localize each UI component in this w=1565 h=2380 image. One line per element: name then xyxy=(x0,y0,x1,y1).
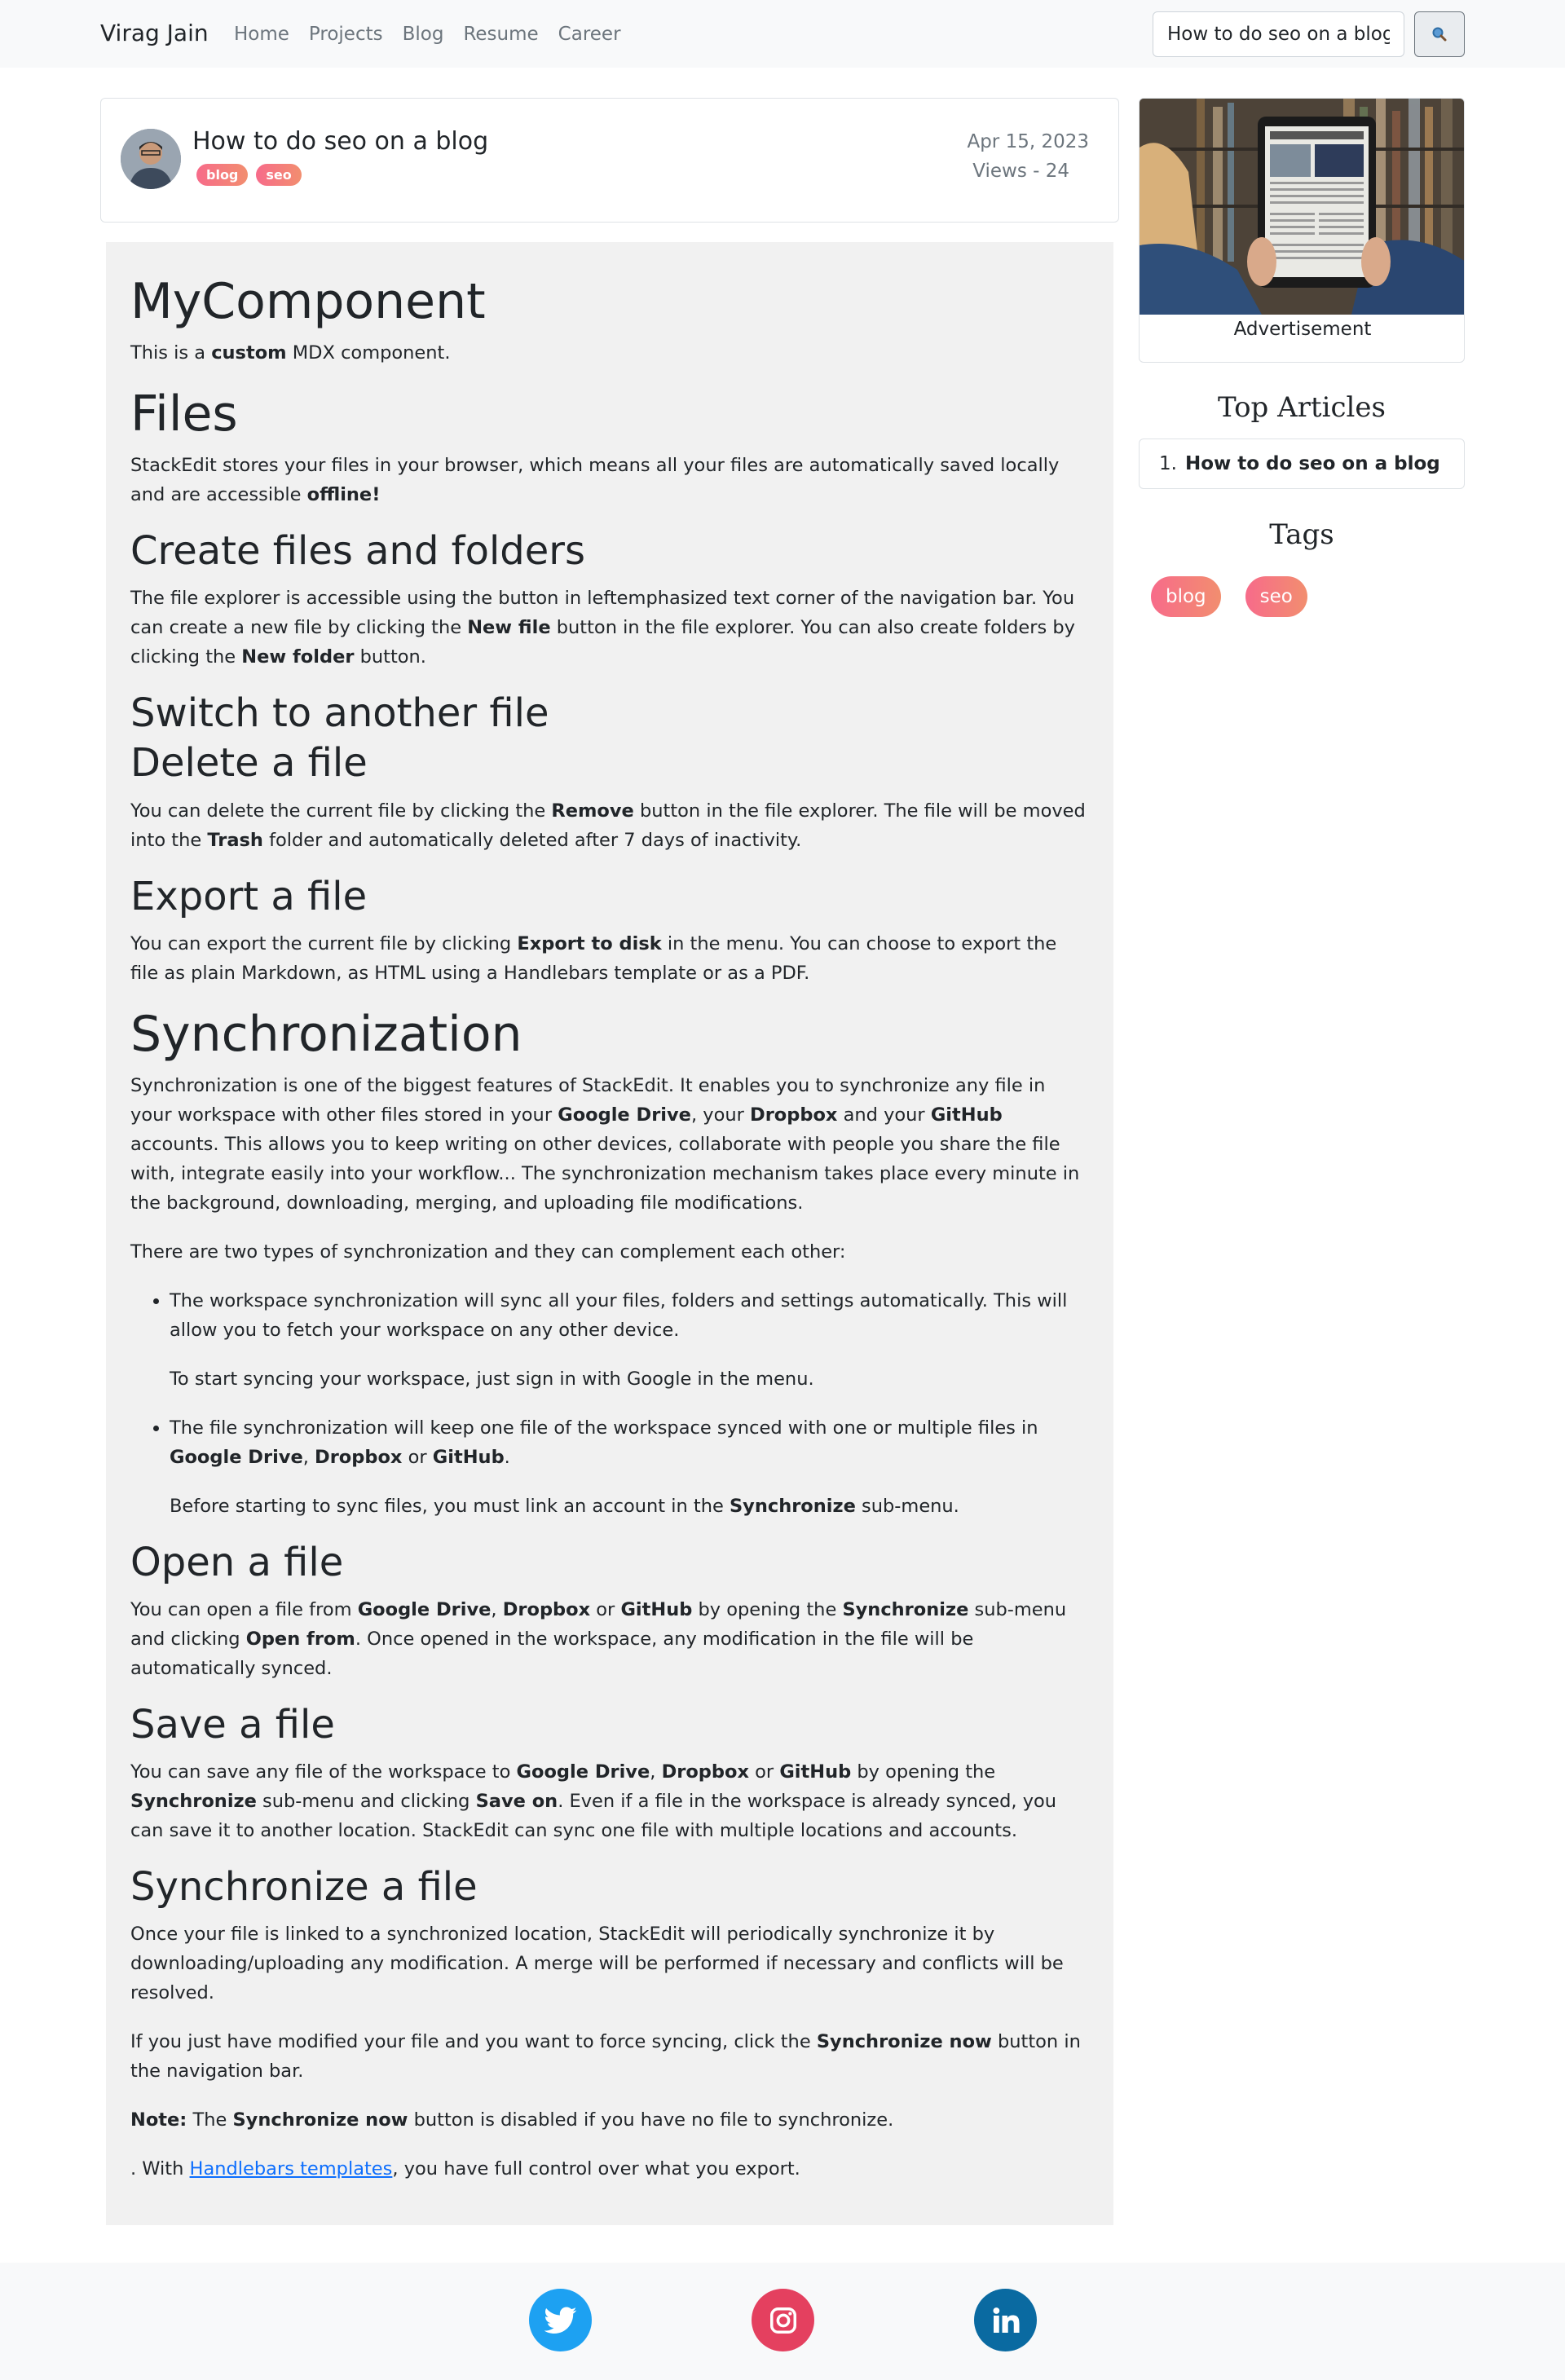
twitter-link[interactable] xyxy=(529,2289,592,2351)
badge-blog[interactable]: blog xyxy=(196,164,249,186)
nav-link-projects[interactable]: Projects xyxy=(309,24,383,45)
advertisement-label: Advertisement xyxy=(1233,319,1372,340)
paragraph-synchronize-file-2: If you just have modified your file and … xyxy=(130,2031,1081,2082)
heading-files: Files xyxy=(130,386,238,443)
search-input[interactable] xyxy=(1153,11,1404,57)
list-item: The workspace synchronization will sync … xyxy=(170,1286,1089,1394)
navbar: Virag Jain Home Projects Blog Resume Car… xyxy=(0,0,1565,68)
post-header-card: How to do seo on a blog blog seo Apr 15,… xyxy=(100,98,1119,223)
brand-link[interactable]: Virag Jain xyxy=(100,20,209,46)
badge-seo[interactable]: seo xyxy=(256,164,302,186)
top-articles-title: Top Articles xyxy=(1218,391,1386,424)
post-title: How to do seo on a blog xyxy=(192,127,489,156)
top-articles-list: 1. How to do seo on a blog xyxy=(1139,439,1465,489)
post-badges: blog seo xyxy=(196,164,302,186)
paragraph-synchronization: Synchronization is one of the biggest fe… xyxy=(130,1074,1080,1214)
paragraph-export-file: You can export the current file by click… xyxy=(130,932,1057,984)
tags-list: blog seo xyxy=(1151,576,1307,617)
paragraph-synchronize-file-1: Once your file is linked to a synchroniz… xyxy=(130,1924,1064,2004)
post-views: Views - 24 xyxy=(972,161,1069,182)
instagram-link[interactable] xyxy=(752,2289,814,2351)
paragraph-delete-file: You can delete the current file by click… xyxy=(130,800,1086,851)
paragraph-handlebars: . With Handlebars templates, you have fu… xyxy=(130,2158,800,2180)
paragraph-two-types: There are two types of synchronization a… xyxy=(130,1241,846,1263)
linkedin-link[interactable] xyxy=(974,2289,1037,2351)
nav-link-blog[interactable]: Blog xyxy=(403,24,444,45)
nav-link-home[interactable]: Home xyxy=(234,24,289,45)
avatar xyxy=(121,129,181,189)
heading-create-files: Create files and folders xyxy=(130,528,586,574)
advertisement-image xyxy=(1140,99,1464,315)
heading-save-file: Save a file xyxy=(130,1701,335,1748)
handlebars-templates-link[interactable]: Handlebars templates xyxy=(190,2158,393,2179)
linkedin-icon xyxy=(992,2307,1019,2333)
instagram-icon xyxy=(769,2307,796,2334)
heading-mycomponent: MyComponent xyxy=(130,273,486,330)
heading-export-file: Export a file xyxy=(130,873,368,919)
heading-synchronize-file: Synchronize a file xyxy=(130,1864,478,1911)
top-article-number: 1. xyxy=(1159,453,1177,474)
paragraph-open-file: You can open a file from Google Drive, D… xyxy=(130,1598,1067,1679)
nav-link-resume[interactable]: Resume xyxy=(463,24,538,45)
paragraph-save-file: You can save any file of the workspace t… xyxy=(130,1761,1057,1842)
heading-delete-file: Delete a file xyxy=(130,740,368,787)
paragraph-files: StackEdit stores your files in your brow… xyxy=(130,455,1060,505)
search-button[interactable] xyxy=(1414,11,1465,57)
nav-link-career[interactable]: Career xyxy=(558,24,621,45)
paragraph-create-files: The file explorer is accessible using th… xyxy=(130,588,1075,668)
list-item: The file synchronization will keep one f… xyxy=(170,1413,1089,1521)
article-content: MyComponent This is a custom MDX compone… xyxy=(106,242,1113,2225)
post-date: Apr 15, 2023 xyxy=(967,131,1089,152)
advertisement-card[interactable]: Advertisement xyxy=(1139,98,1465,363)
twitter-icon xyxy=(544,2307,576,2334)
tag-blog[interactable]: blog xyxy=(1151,576,1221,617)
tag-seo[interactable]: seo xyxy=(1245,576,1307,617)
heading-open-file: Open a file xyxy=(130,1539,344,1585)
nav-links: Home Projects Blog Resume Career xyxy=(234,24,621,45)
heading-synchronization: Synchronization xyxy=(130,1005,522,1063)
tags-title: Tags xyxy=(1269,518,1334,551)
sync-types-list: The workspace synchronization will sync … xyxy=(130,1286,1089,1521)
search-icon xyxy=(1432,27,1447,42)
top-article-link[interactable]: How to do seo on a blog xyxy=(1185,453,1440,474)
heading-switch-file: Switch to another file xyxy=(130,690,549,737)
paragraph-mycomponent: This is a custom MDX component. xyxy=(130,342,451,364)
paragraph-note: Note: The Synchronize now button is disa… xyxy=(130,2109,894,2131)
